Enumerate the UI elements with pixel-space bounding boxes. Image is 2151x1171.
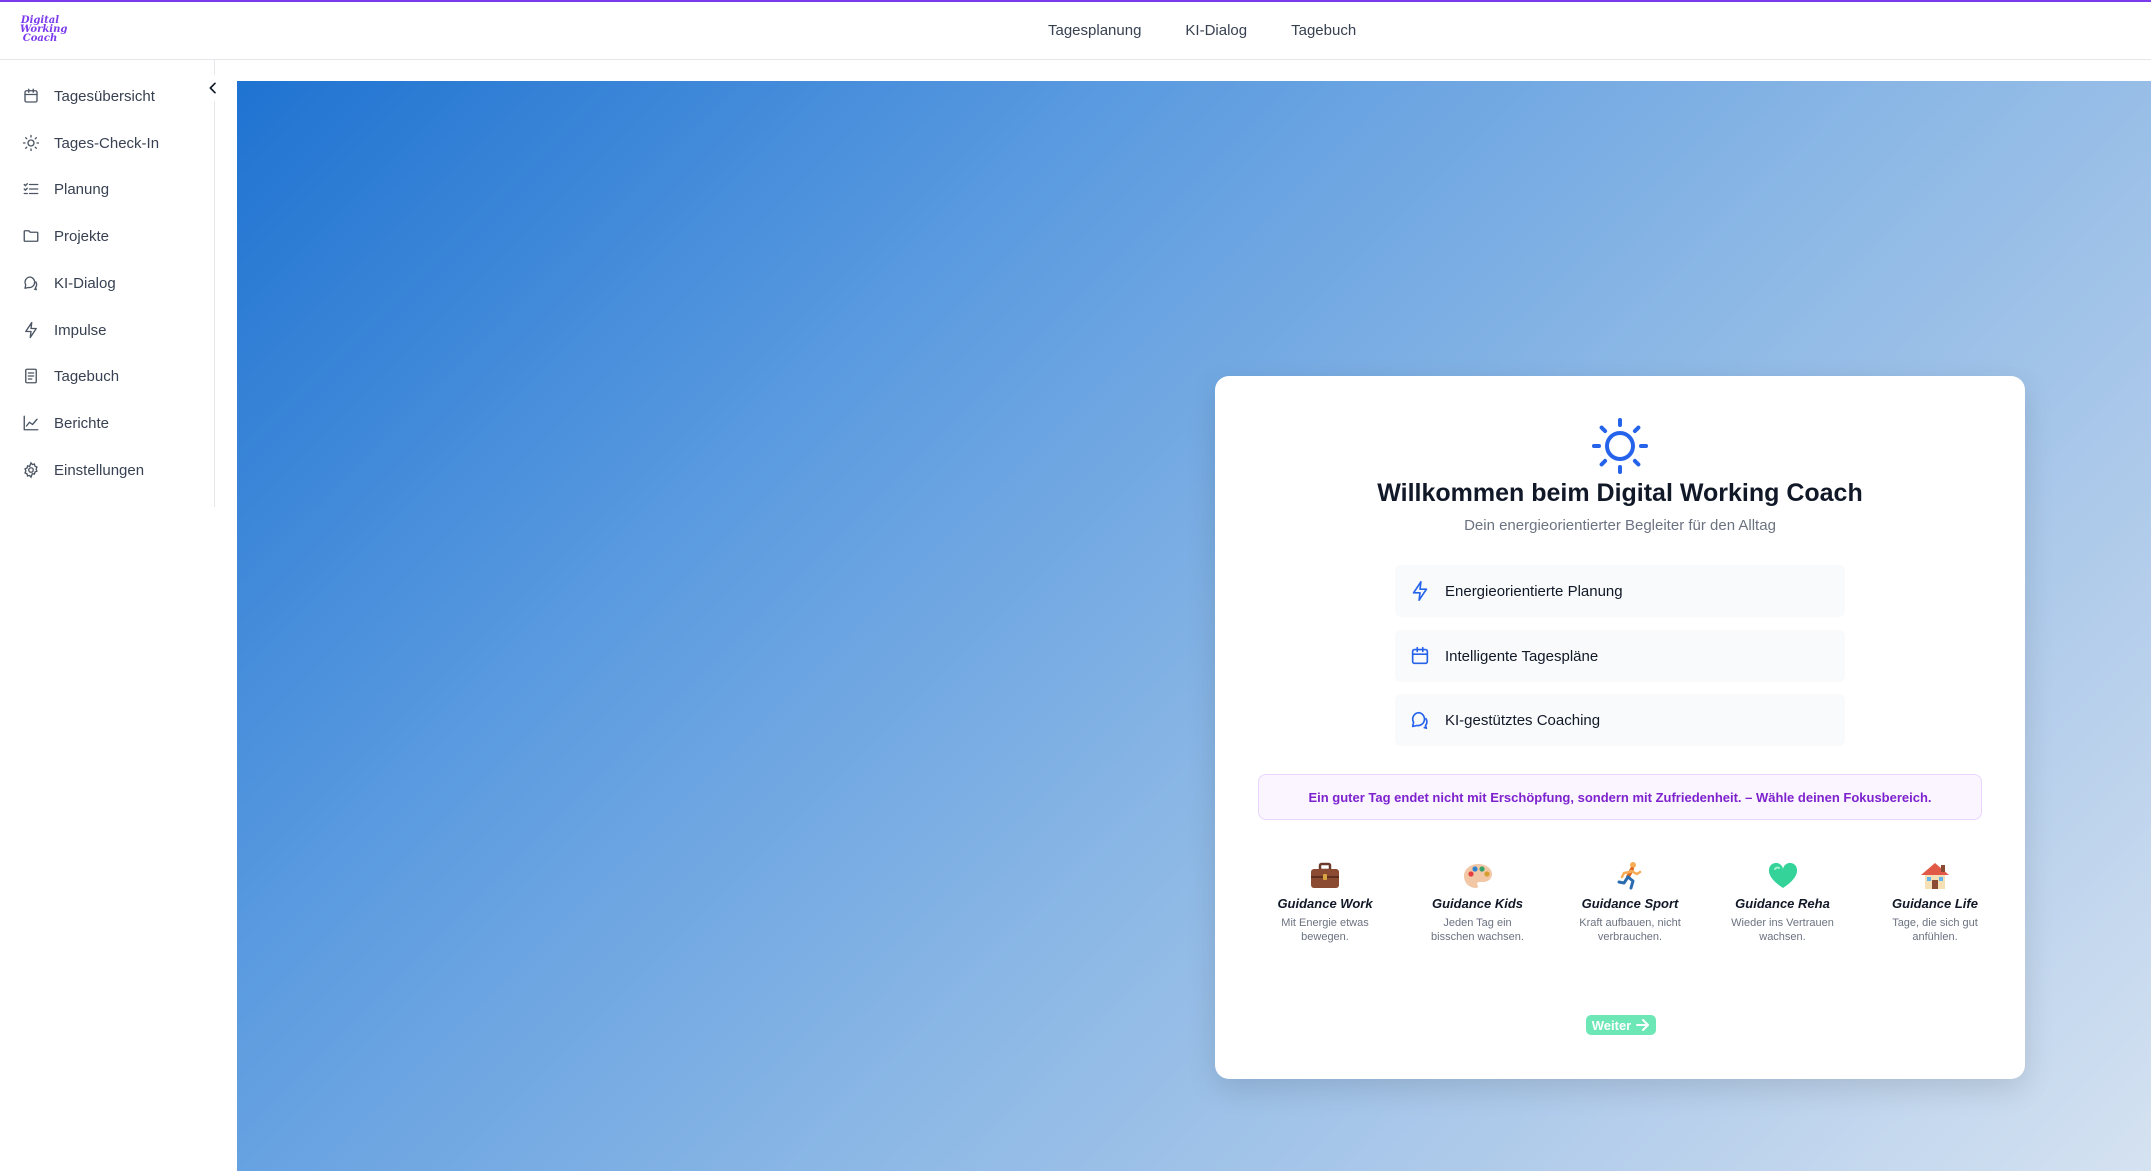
sidebar-item-einstellungen[interactable]: Einstellungen (22, 455, 202, 485)
guidance-name: Guidance Work (1277, 896, 1373, 911)
sun-icon (1592, 418, 1648, 474)
app-logo[interactable]: Digital Working Coach (20, 16, 67, 48)
guidance-description: Jeden Tag ein bisschen wachsen. (1431, 917, 1524, 943)
guidance-description: Kraft aufbauen, nicht verbrauchen. (1579, 917, 1681, 943)
sidebar-item-impulse[interactable]: Impulse (22, 315, 202, 345)
sidebar-item-label: Tagesübersicht (54, 87, 155, 105)
guidance-options: Guidance Work Mit Energie etwas bewegen.… (1265, 858, 1995, 944)
top-nav: Tagesplanung KI-Dialog Tagebuch (1048, 22, 1356, 39)
sidebar-item-berichte[interactable]: Berichte (22, 408, 202, 438)
chart-line-icon (23, 415, 39, 431)
guidance-kids-option[interactable]: Guidance Kids Jeden Tag ein bisschen wac… (1418, 858, 1538, 944)
briefcase-icon (1311, 862, 1339, 888)
notebook-icon (25, 368, 37, 384)
guidance-name: Guidance Kids (1431, 896, 1524, 911)
guidance-reha-option[interactable]: Guidance Reha Wieder ins Vertrauen wachs… (1723, 858, 1843, 944)
sidebar-item-planung[interactable]: Planung (22, 174, 202, 204)
guidance-life-option[interactable]: Guidance Life Tage, die sich gut anfühle… (1875, 858, 1995, 944)
welcome-subtitle: Dein energieorientierter Begleiter für d… (1464, 517, 1776, 534)
guidance-description: Mit Energie etwas bewegen. (1281, 917, 1369, 943)
arrow-right-icon (1636, 1019, 1650, 1031)
feature-energieorientierte-planung: Energieorientierte Planung (1395, 565, 1845, 617)
next-button-label: Weiter (1591, 1017, 1632, 1033)
feature-ki-coaching: KI-gestütztes Coaching (1395, 694, 1845, 746)
motivation-quote: Ein guter Tag endet nicht mit Erschöpfun… (1258, 774, 1982, 820)
heart-icon (1768, 862, 1797, 888)
runner-icon (1617, 862, 1642, 890)
folder-icon (23, 230, 39, 242)
house-icon (1921, 863, 1949, 889)
topnav-tagebuch[interactable]: Tagebuch (1291, 22, 1356, 39)
sun-icon (22, 134, 40, 152)
top-bar: Digital Working Coach Tagesplanung KI-Di… (0, 0, 2151, 60)
sidebar-item-label: Planung (54, 180, 110, 198)
sidebar-item-tages-check-in[interactable]: Tages-Check-In (22, 128, 202, 158)
topnav-ki-dialog[interactable]: KI-Dialog (1185, 22, 1247, 39)
sidebar-item-tagesuebersicht[interactable]: Tagesübersicht (22, 81, 202, 111)
calendar-icon (1411, 646, 1429, 665)
chat-icon (24, 276, 38, 291)
guidance-name: Guidance Life (1892, 896, 1978, 911)
sidebar-item-label: Impulse (54, 321, 107, 339)
guidance-work-option[interactable]: Guidance Work Mit Energie etwas bewegen. (1265, 858, 1385, 944)
calendar-icon (24, 88, 38, 103)
sidebar-item-label: Tages-Check-In (54, 134, 160, 152)
sidebar-item-label: Berichte (54, 414, 110, 432)
guidance-description: Wieder ins Vertrauen wachsen. (1731, 917, 1834, 943)
sidebar-item-tagebuch[interactable]: Tagebuch (22, 361, 202, 391)
lightning-icon (1412, 581, 1428, 601)
guidance-name: Guidance Reha (1735, 896, 1830, 911)
main-background: Willkommen beim Digital Working Coach De… (237, 81, 2151, 1171)
feature-label: Intelligente Tagespläne (1445, 647, 1599, 665)
feature-label: Energieorientierte Planung (1445, 582, 1623, 600)
sidebar-item-ki-dialog[interactable]: KI-Dialog (22, 268, 202, 298)
sidebar-item-label: Einstellungen (54, 461, 145, 479)
sidebar-collapse-button[interactable] (200, 75, 226, 101)
sidebar-item-projekte[interactable]: Projekte (22, 221, 202, 251)
palette-icon (1463, 864, 1492, 888)
guidance-sport-option[interactable]: Guidance Sport Kraft aufbauen, nicht ver… (1570, 858, 1690, 944)
list-checks-icon (23, 183, 39, 195)
guidance-description: Tage, die sich gut anfühlen. (1892, 917, 1978, 943)
guidance-name: Guidance Sport (1581, 896, 1679, 911)
sidebar-item-label: Tagebuch (54, 367, 120, 385)
sidebar-item-label: Projekte (54, 227, 110, 245)
topnav-tagesplanung[interactable]: Tagesplanung (1048, 22, 1141, 39)
feature-intelligente-tagesplaene: Intelligente Tagespläne (1395, 630, 1845, 682)
chevron-left-icon (209, 82, 216, 94)
next-button[interactable]: Weiter (1586, 1015, 1656, 1035)
lightning-icon (25, 321, 37, 339)
welcome-card: Willkommen beim Digital Working Coach De… (1215, 376, 2025, 1079)
sidebar-item-label: KI-Dialog (54, 274, 116, 292)
chat-icon (1411, 711, 1428, 730)
feature-label: KI-gestütztes Coaching (1445, 711, 1601, 729)
gear-icon (24, 461, 38, 479)
welcome-title: Willkommen beim Digital Working Coach (1377, 479, 1863, 507)
